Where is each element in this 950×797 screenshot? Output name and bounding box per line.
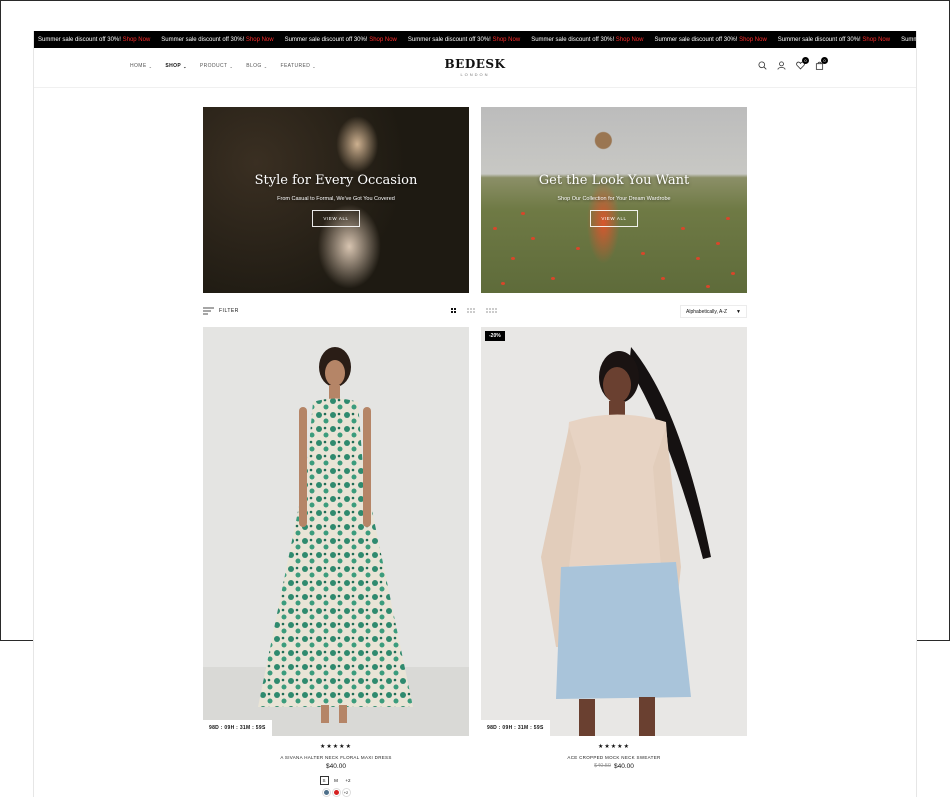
current-price: $40.00 bbox=[613, 763, 634, 770]
poppy-decoration bbox=[641, 252, 645, 255]
announcement-text: Summer sale discount off 30%! bbox=[161, 36, 245, 43]
color-swatch-blue[interactable] bbox=[322, 789, 330, 796]
announcement-bar: Summer sale discount off 30%! Shop Now Su… bbox=[34, 31, 916, 48]
announcement-item: Summer sale discount off 30%! Shop Now bbox=[38, 37, 150, 43]
header-actions: 0 0 bbox=[757, 57, 828, 70]
view-all-button[interactable]: VIEW ALL bbox=[590, 210, 638, 227]
announcement-text: Summer sale discount off 30%! bbox=[284, 36, 368, 43]
sort-value: Alphabetically, A-Z bbox=[686, 308, 728, 315]
banner-look[interactable]: Get the Look You Want Shop Our Collectio… bbox=[481, 107, 747, 293]
current-price: $40.00 bbox=[326, 763, 346, 770]
color-swatch-red[interactable] bbox=[332, 789, 340, 796]
poppy-decoration bbox=[661, 277, 665, 280]
site-header: HOME ⌄ SHOP ⌄ PRODUCT ⌄ BLOG ⌄ FEATURED ⌄ BED… bbox=[34, 48, 916, 88]
grid-2-icon[interactable] bbox=[451, 308, 456, 313]
product-card[interactable]: -20% 98D : 09H : 31M : 59S ★★★★★ ACE CRO… bbox=[481, 327, 747, 796]
grid-view-toggles bbox=[451, 308, 497, 313]
grid-3-icon[interactable] bbox=[467, 308, 475, 313]
banner-occasion[interactable]: Style for Every Occasion From Casual to … bbox=[203, 107, 469, 293]
poppy-decoration bbox=[706, 285, 710, 288]
poppy-decoration bbox=[731, 272, 735, 275]
shop-now-link[interactable]: Shop Now bbox=[739, 37, 767, 43]
announcement-text: Summer sale discount off 30%! bbox=[531, 36, 615, 43]
bag-icon[interactable]: 0 bbox=[814, 57, 828, 70]
countdown-timer: 98D : 09H : 31M : 59S bbox=[203, 720, 272, 736]
product-grid: 98D : 09H : 31M : 59S ★★★★★ A SIVANA HAL… bbox=[203, 327, 747, 796]
announcement-item: Summer sale discount off 30%! Shop Now bbox=[161, 37, 273, 43]
caret-down-icon: ▼ bbox=[736, 308, 741, 315]
product-name[interactable]: A SIVANA HALTER NECK FLORAL MAXI DRESS bbox=[203, 755, 469, 760]
store-page: Summer sale discount off 30%! Shop Now Su… bbox=[33, 31, 917, 797]
product-image[interactable]: 98D : 09H : 31M : 59S bbox=[203, 327, 469, 736]
shop-now-link[interactable]: Shop Now bbox=[493, 37, 521, 43]
poppy-decoration bbox=[681, 227, 685, 230]
announcement-item: Summer sale discount off 30%! Shop Now bbox=[531, 37, 643, 43]
banner-title: Get the Look You Want bbox=[538, 173, 690, 188]
star-rating: ★★★★★ bbox=[320, 744, 352, 750]
compare-price: $40.50 bbox=[594, 763, 611, 769]
size-options: S M +2 bbox=[203, 776, 469, 785]
product-info: ★★★★★ ACE CROPPED MOCK NECK SWEATER $40.… bbox=[481, 736, 747, 770]
product-price: $40.50 $40.00 bbox=[481, 763, 747, 770]
product-image[interactable]: -20% 98D : 09H : 31M : 59S bbox=[481, 327, 747, 736]
announcement-text: Summer sale discount off 30%! bbox=[901, 36, 916, 43]
product-name[interactable]: ACE CROPPED MOCK NECK SWEATER bbox=[481, 755, 747, 760]
filter-icon bbox=[203, 307, 214, 315]
product-info: ★★★★★ A SIVANA HALTER NECK FLORAL MAXI D… bbox=[203, 736, 469, 796]
announcement-item: Summer sale discount off 30%! Shop Now bbox=[778, 37, 890, 43]
view-all-button[interactable]: VIEW ALL bbox=[312, 210, 360, 227]
user-icon[interactable] bbox=[776, 60, 786, 70]
sweater-model-image bbox=[541, 347, 711, 736]
color-swatches: +2 bbox=[203, 789, 469, 796]
filter-button[interactable]: FILTER bbox=[203, 307, 239, 315]
poppy-decoration bbox=[521, 212, 525, 215]
announcement-item: Summer sale discount off 30%! Shop Now bbox=[285, 37, 397, 43]
promo-banners: Style for Every Occasion From Casual to … bbox=[203, 107, 747, 293]
shop-now-link[interactable]: Shop Now bbox=[616, 37, 644, 43]
poppy-decoration bbox=[501, 282, 505, 285]
grid-4-icon[interactable] bbox=[486, 308, 497, 313]
cart-count: 0 bbox=[821, 57, 828, 64]
poppy-decoration bbox=[696, 257, 700, 260]
announcement-text: Summer sale discount off 30%! bbox=[38, 36, 121, 43]
poppy-decoration bbox=[551, 277, 555, 280]
announcement-text: Summer sale discount off 30%! bbox=[654, 36, 738, 43]
product-price: $40.00 bbox=[203, 763, 469, 770]
announcement-item: Summer sale discount off 30%! Shop Now bbox=[901, 37, 916, 43]
size-option-s[interactable]: S bbox=[319, 776, 329, 785]
size-option-more[interactable]: +2 bbox=[344, 776, 353, 785]
shop-now-link[interactable]: Shop Now bbox=[246, 37, 274, 43]
poppy-decoration bbox=[493, 227, 497, 230]
poppy-decoration bbox=[511, 257, 515, 260]
filter-label: FILTER bbox=[219, 308, 239, 314]
wishlist-count: 0 bbox=[802, 57, 809, 64]
shop-now-link[interactable]: Shop Now bbox=[123, 37, 151, 43]
collection-toolbar: FILTER Alphabetically, A-Z ▼ bbox=[203, 304, 747, 320]
countdown-timer: 98D : 09H : 31M : 59S bbox=[481, 720, 550, 736]
size-option-m[interactable]: M bbox=[332, 776, 341, 785]
banner-title: Style for Every Occasion bbox=[254, 173, 418, 188]
announcement-text: Summer sale discount off 30%! bbox=[407, 36, 491, 43]
heart-icon[interactable]: 0 bbox=[795, 57, 809, 70]
poppy-decoration bbox=[531, 237, 535, 240]
poppy-decoration bbox=[716, 242, 720, 245]
announcement-item: Summer sale discount off 30%! Shop Now bbox=[654, 37, 766, 43]
shop-now-link[interactable]: Shop Now bbox=[369, 37, 397, 43]
banner-subtitle: Shop Our Collection for Your Dream Wardr… bbox=[557, 196, 671, 202]
announcement-item: Summer sale discount off 30%! Shop Now bbox=[408, 37, 520, 43]
star-rating: ★★★★★ bbox=[598, 744, 630, 750]
poppy-decoration bbox=[726, 217, 730, 220]
sale-badge: -20% bbox=[485, 331, 505, 341]
banner-subtitle: From Casual to Formal, We've Got You Cov… bbox=[277, 196, 395, 202]
logo-tagline: LONDON bbox=[460, 72, 490, 77]
sort-select[interactable]: Alphabetically, A-Z ▼ bbox=[680, 305, 747, 318]
search-icon[interactable] bbox=[757, 60, 767, 70]
product-card[interactable]: 98D : 09H : 31M : 59S ★★★★★ A SIVANA HAL… bbox=[203, 327, 469, 796]
dress-model-image bbox=[203, 347, 469, 736]
color-swatch-more[interactable]: +2 bbox=[342, 789, 350, 796]
shop-now-link[interactable]: Shop Now bbox=[862, 37, 890, 43]
announcement-text: Summer sale discount off 30%! bbox=[777, 36, 861, 43]
poppy-decoration bbox=[576, 247, 580, 250]
